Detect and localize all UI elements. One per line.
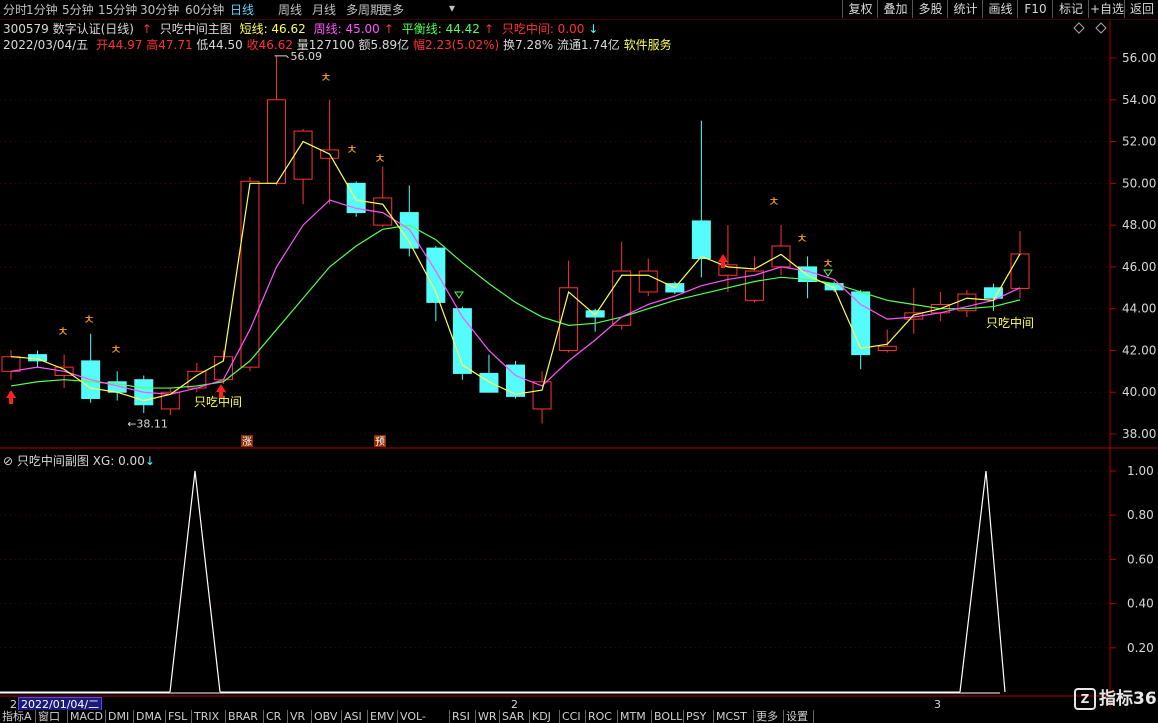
indicator-tab-3[interactable]: DMI xyxy=(106,710,134,723)
watermark-logo: Z指标365 xyxy=(1074,684,1158,710)
watermark-text: 指标365 xyxy=(1099,689,1158,709)
y-tick-label: 52.00 xyxy=(1122,135,1156,149)
indicator-tab-17[interactable]: KDJ xyxy=(530,710,560,723)
runner-icon: ㅊ xyxy=(320,71,332,86)
sub-y-tick-label: 1.00 xyxy=(1127,464,1154,478)
indicator-tab-10[interactable]: OBV xyxy=(312,710,342,723)
badge-yu-text: 预 xyxy=(375,436,385,448)
sub-y-tick-label: 0.60 xyxy=(1127,552,1154,566)
indicator-tab-8[interactable]: CR xyxy=(264,710,288,723)
y-tick-label: 42.00 xyxy=(1122,343,1156,357)
indicator-tab-24[interactable]: 更多 xyxy=(754,710,784,723)
indicator-tab-16[interactable]: SAR xyxy=(500,710,530,723)
sub-indicator-name[interactable]: 只吃中间副图 xyxy=(17,454,89,468)
signal-text: 只吃中间 xyxy=(194,394,242,409)
signal-text: 只吃中间 xyxy=(986,315,1034,330)
runner-icon: ㅊ xyxy=(346,143,358,158)
candle-body xyxy=(293,130,313,180)
logo-icon: Z xyxy=(1074,688,1096,710)
indicator-tab-14[interactable]: RSI xyxy=(450,710,476,723)
candle-body xyxy=(691,220,711,260)
indicator-tab-20[interactable]: MTM xyxy=(618,710,652,723)
y-tick-label: 50.00 xyxy=(1122,176,1156,190)
buy-arrow-icon xyxy=(721,262,725,268)
buy-arrow-icon xyxy=(216,384,226,392)
candle-body xyxy=(1010,253,1030,289)
badge-zhang-text: 涨 xyxy=(242,436,252,448)
candle-body xyxy=(851,291,871,356)
buy-arrow-icon xyxy=(219,392,223,398)
indicator-tab-1[interactable]: 窗口 xyxy=(36,710,68,723)
y-tick-label: 48.00 xyxy=(1122,218,1156,232)
sub-y-tick-label: 0.20 xyxy=(1127,641,1154,655)
indicator-tab-7[interactable]: BRAR xyxy=(226,710,264,723)
candle-body xyxy=(771,245,791,268)
candle-body xyxy=(1,356,21,372)
sub-chart-header: ⊘ 只吃中间副图 XG: 0.00↓ xyxy=(3,452,155,469)
indicator-tab-9[interactable]: VR xyxy=(288,710,312,723)
indicator-tab-13[interactable]: VOL-TDX xyxy=(398,710,450,723)
indicator-tab-19[interactable]: ROC xyxy=(586,710,618,723)
buy-arrow-icon xyxy=(6,390,16,398)
indicator-tab-0[interactable]: 指标A xyxy=(0,710,36,723)
indicator-tab-12[interactable]: EMV xyxy=(368,710,398,723)
candle-body xyxy=(877,345,897,351)
y-tick-label: 46.00 xyxy=(1122,260,1156,274)
indicator-tab-11[interactable]: ASI xyxy=(342,710,368,723)
y-tick-label: 44.00 xyxy=(1122,302,1156,316)
indicator-tab-6[interactable]: TRIX xyxy=(192,710,226,723)
y-tick-label: 38.00 xyxy=(1122,427,1156,441)
runner-icon: ㅊ xyxy=(110,343,122,358)
indicator-tab-25[interactable]: 设置 xyxy=(784,710,814,723)
candle-body xyxy=(426,247,446,303)
diamond-icon xyxy=(1095,22,1107,34)
y-tick-label: 54.00 xyxy=(1122,93,1156,107)
buy-arrow-icon xyxy=(9,398,13,404)
sell-arrow-icon xyxy=(454,291,464,299)
indicator-tab-21[interactable]: BOLL xyxy=(652,710,684,723)
xg-spike xyxy=(169,470,221,693)
kline-chart[interactable]: 56.00 54.00 52.00 50.00 48.00 46.00 44.00 42.00… xyxy=(0,0,1158,723)
xg-spike xyxy=(959,470,1006,693)
indicator-tab-23[interactable]: MCST xyxy=(714,710,754,723)
indicator-tab-4[interactable]: DMA xyxy=(134,710,166,723)
down-arrow-icon: ↓ xyxy=(144,454,155,468)
indicator-tab-22[interactable]: PSY xyxy=(684,710,714,723)
sub-collapse-icon[interactable]: ⊘ xyxy=(3,454,13,468)
candle-body xyxy=(240,180,260,368)
y-tick-label: 40.00 xyxy=(1122,385,1156,399)
runner-icon: ㅊ xyxy=(374,152,386,167)
sub-y-tick-label: 0.40 xyxy=(1127,597,1154,611)
runner-icon: ㅊ xyxy=(83,313,95,328)
low-label: ←38.11 xyxy=(127,418,168,431)
sub-y-tick-label: 0.80 xyxy=(1127,508,1154,522)
runner-icon: ㅊ xyxy=(768,195,780,210)
candle-body xyxy=(638,270,658,293)
runner-icon: ㅊ xyxy=(57,325,69,340)
runner-icon: ㅊ xyxy=(822,257,834,272)
sub-xg-value: XG: 0.00 xyxy=(92,454,145,468)
y-tick-label: 56.00 xyxy=(1122,51,1156,65)
runner-icon: ㅊ xyxy=(796,232,808,247)
high-label: 56.09 xyxy=(291,50,323,63)
indicator-tab-2[interactable]: MACD xyxy=(68,710,106,723)
diamond-icon xyxy=(1073,22,1085,34)
candle-body xyxy=(479,372,499,393)
candle-body xyxy=(267,99,287,184)
buy-arrow-icon xyxy=(718,254,728,262)
indicator-tab-5[interactable]: FSL xyxy=(166,710,192,723)
indicator-tab-15[interactable]: WR xyxy=(476,710,500,723)
indicator-tab-18[interactable]: CCI xyxy=(560,710,586,723)
indicator-tabs: 指标A 窗口 MACD DMI DMA FSL TRIX BRAR CR VR OBV ASI EMV V… xyxy=(0,710,1158,723)
